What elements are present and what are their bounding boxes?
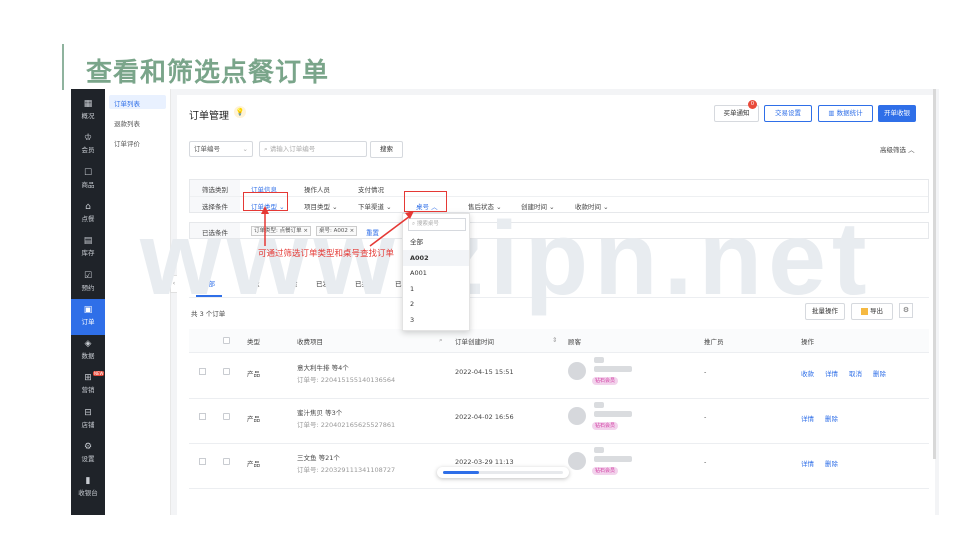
- arrow-line-right: [369, 215, 411, 247]
- annotation-text: 可通过筛选订单类型和桌号查找订单: [258, 249, 395, 259]
- annotation-arrows: [261, 206, 414, 247]
- loading-progress: [437, 467, 569, 478]
- arrow-head-left: [261, 206, 269, 214]
- progress-fill: [443, 471, 479, 474]
